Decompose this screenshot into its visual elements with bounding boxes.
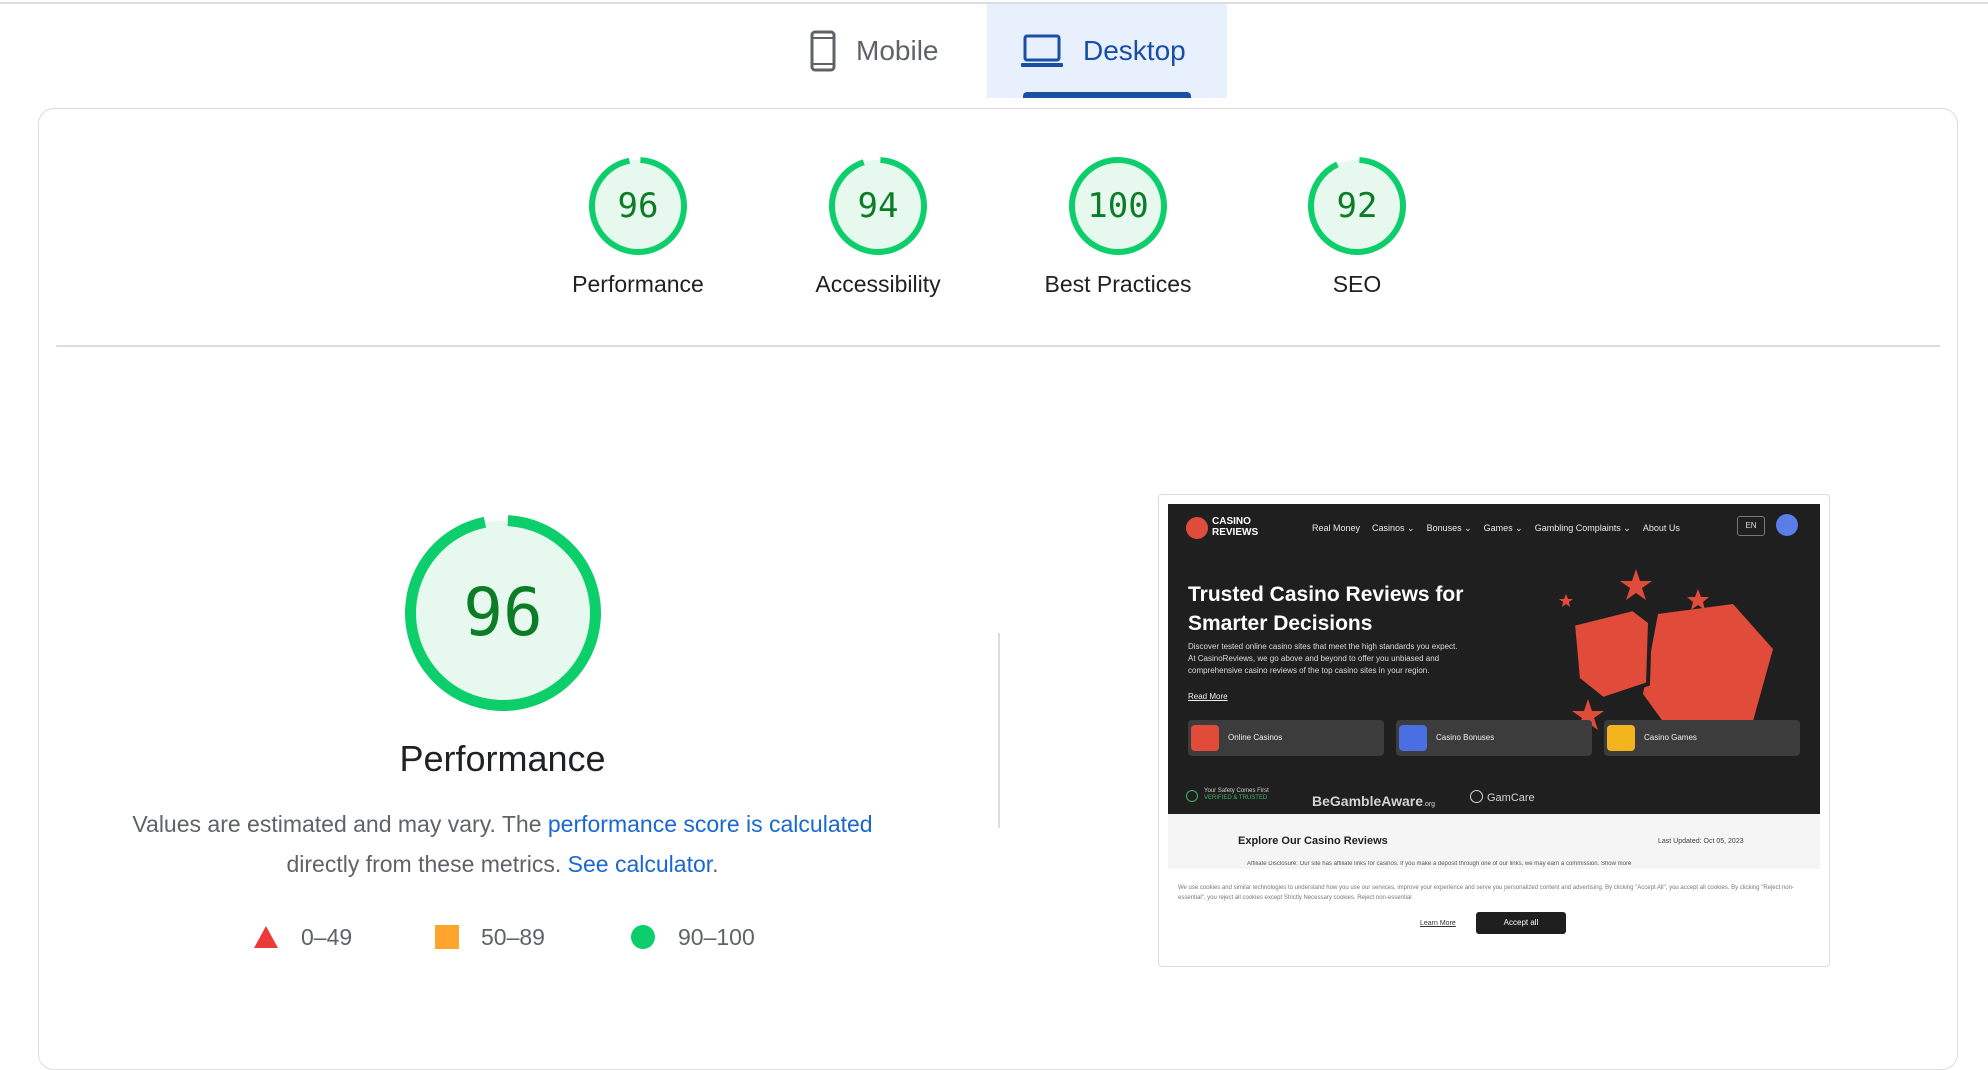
roulette-icon [1191, 725, 1219, 751]
performance-description: Values are estimated and may vary. The p… [80, 804, 925, 884]
hero-title: Trusted Casino Reviews for Smarter Decis… [1188, 583, 1464, 635]
gauge-performance[interactable]: 96 Performance [548, 157, 728, 298]
final-screenshot[interactable]: CASINO REVIEWS Real Money Casinos ⌄ Bonus… [1158, 494, 1830, 967]
category-casino-bonuses: Casino Bonuses [1396, 720, 1592, 756]
orange-square-icon [435, 925, 459, 949]
legend-fail: 0–49 [253, 920, 352, 954]
explore-title: Explore Our Casino Reviews [1238, 835, 1388, 847]
tab-mobile[interactable]: Mobile [793, 4, 987, 98]
vertical-separator [998, 633, 1000, 828]
gauge-accessibility[interactable]: 94 Accessibility [788, 157, 968, 298]
tab-desktop-label: Desktop [1083, 35, 1186, 66]
gauge-score: 96 [617, 186, 659, 226]
performance-score: 96 [463, 574, 543, 651]
nav-item: Bonuses ⌄ [1426, 523, 1472, 533]
gauge-seo[interactable]: 92 SEO [1267, 157, 1447, 298]
nav-item: Real Money [1312, 523, 1361, 533]
laptop-icon [1021, 34, 1063, 68]
green-circle-icon [631, 925, 655, 949]
crown-icon [1399, 725, 1427, 751]
nav-item: About Us [1642, 523, 1680, 533]
gauge-ring: 92 [1308, 157, 1406, 255]
last-updated: Last Updated: Oct 05, 2023 [1658, 838, 1744, 845]
language-badge: EN [1737, 516, 1765, 536]
category-online-casinos: Online Casinos [1188, 720, 1384, 756]
gauge-label: SEO [1332, 271, 1382, 297]
section-divider [56, 345, 1940, 347]
trust-badge: Your Safety Comes First VERIFIED & TRUSTE… [1204, 788, 1269, 801]
screenshot-nav-items: Real Money Casinos ⌄ Bonuses ⌄ Games ⌄ G… [1312, 523, 1680, 534]
cookie-text: We use cookies and similar technologies … [1178, 885, 1794, 901]
nav-item: Casinos ⌄ [1372, 523, 1415, 533]
tab-desktop[interactable]: Desktop [987, 4, 1227, 98]
affiliate-disclosure: Affiliate Disclosure: Our site has affil… [1247, 861, 1632, 867]
check-icon [1186, 790, 1198, 802]
category-casino-games: Casino Games [1604, 720, 1800, 756]
gamcare-logo: GamCare [1470, 790, 1535, 804]
phone-icon [810, 30, 836, 72]
gauge-score: 92 [1336, 186, 1378, 226]
red-triangle-icon [254, 926, 278, 948]
see-calculator-link[interactable]: See calculator [568, 851, 712, 877]
cookie-banner: We use cookies and similar technologies … [1168, 883, 1820, 957]
screenshot-nav: CASINO REVIEWS Real Money Casinos ⌄ Bonus… [1168, 504, 1820, 544]
casino-logo-icon [1186, 517, 1208, 539]
gauge-ring: 94 [829, 157, 927, 255]
tab-active-indicator [1023, 92, 1191, 98]
nav-item: Gambling Complaints ⌄ [1534, 523, 1631, 533]
learn-more-link: Learn More [1420, 920, 1456, 927]
gauge-ring: 100 [1069, 157, 1167, 255]
accept-all-button: Accept all [1476, 912, 1566, 934]
begambleaware-logo: BeGambleAware.org [1312, 793, 1436, 809]
hero-link: Read More [1188, 692, 1228, 701]
screenshot-logo: CASINO REVIEWS [1212, 516, 1259, 538]
legend-range: 0–49 [301, 923, 353, 950]
legend-range: 90–100 [678, 923, 755, 950]
screenshot-hero: CASINO REVIEWS Real Money Casinos ⌄ Bonus… [1168, 504, 1820, 814]
legend-pass: 90–100 [630, 920, 755, 954]
gauge-label: Accessibility [815, 271, 941, 297]
nav-item: Games ⌄ [1483, 523, 1523, 533]
user-avatar-icon [1776, 514, 1798, 536]
desc-text: Values are estimated and may vary. The [132, 811, 548, 837]
hero-text: Discover tested online casino sites that… [1188, 642, 1458, 675]
screenshot-explore: Explore Our Casino Reviews Last Updated:… [1168, 814, 1820, 869]
desc-text: . [712, 851, 719, 877]
tab-mobile-label: Mobile [856, 35, 939, 66]
dice-icon [1607, 725, 1635, 751]
legend-range: 50–89 [481, 923, 545, 950]
gauge-ring: 96 [589, 157, 687, 255]
desc-text: directly from these metrics. [286, 851, 568, 877]
performance-title: Performance [399, 738, 606, 779]
gauge-label: Performance [572, 271, 704, 297]
legend-average: 50–89 [435, 920, 545, 954]
performance-score-link[interactable]: performance score is calculated [548, 811, 873, 837]
gauge-best-practices[interactable]: 100 Best Practices [1028, 157, 1208, 298]
gauge-score: 100 [1087, 186, 1149, 226]
gauge-label: Best Practices [1044, 271, 1192, 297]
gauge-score: 94 [857, 186, 899, 226]
